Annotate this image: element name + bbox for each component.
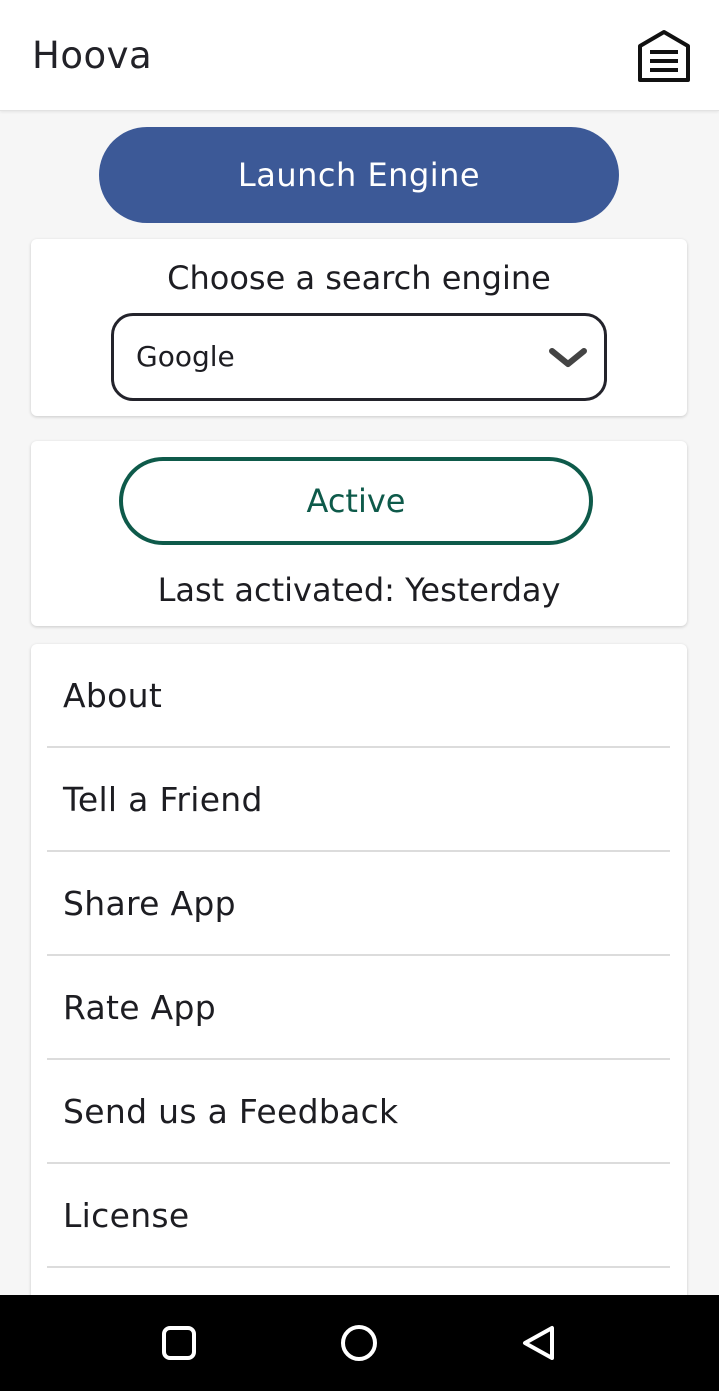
search-engine-card: Choose a search engine Google: [31, 239, 687, 416]
status-card: Active Last activated: Yesterday: [31, 441, 687, 626]
menu-item-label: Send us a Feedback: [63, 1092, 399, 1131]
system-navigation-bar: [0, 1295, 719, 1391]
last-activated-text: Last activated: Yesterday: [157, 571, 561, 609]
app-title: Hoova: [32, 34, 153, 77]
search-engine-heading: Choose a search engine: [167, 259, 551, 297]
home-button[interactable]: [331, 1315, 387, 1371]
home-circle-icon: [341, 1325, 377, 1361]
recents-square-icon: [162, 1326, 196, 1360]
search-engine-select[interactable]: Google: [111, 313, 607, 401]
back-triangle-icon: [523, 1326, 554, 1360]
menu-item-about[interactable]: About: [47, 644, 670, 748]
search-engine-selected-value: Google: [136, 340, 235, 373]
recents-button[interactable]: [151, 1315, 207, 1371]
active-status-button[interactable]: Active: [119, 457, 593, 545]
menu-item-share-app[interactable]: Share App: [47, 852, 670, 956]
menu-item-label: License: [63, 1196, 190, 1235]
menu-item-label: Rate App: [63, 988, 217, 1027]
menu-item-label: Share App: [63, 884, 236, 923]
menu-button[interactable]: [636, 28, 692, 84]
chevron-down-icon: [549, 348, 587, 367]
hamburger-house-icon: [638, 30, 690, 82]
app-bar: Hoova: [0, 0, 719, 111]
menu-item-label: About: [63, 676, 163, 715]
menu-item-send-feedback[interactable]: Send us a Feedback: [47, 1060, 670, 1164]
menu-item-label: Tell a Friend: [63, 780, 263, 819]
back-button[interactable]: [511, 1315, 567, 1371]
menu-item-rate-app[interactable]: Rate App: [47, 956, 670, 1060]
launch-engine-button[interactable]: Launch Engine: [99, 127, 619, 223]
menu-item-tell-a-friend[interactable]: Tell a Friend: [47, 748, 670, 852]
menu-item-license[interactable]: License: [47, 1164, 670, 1268]
settings-menu-card: About Tell a Friend Share App Rate App S…: [31, 644, 687, 1304]
